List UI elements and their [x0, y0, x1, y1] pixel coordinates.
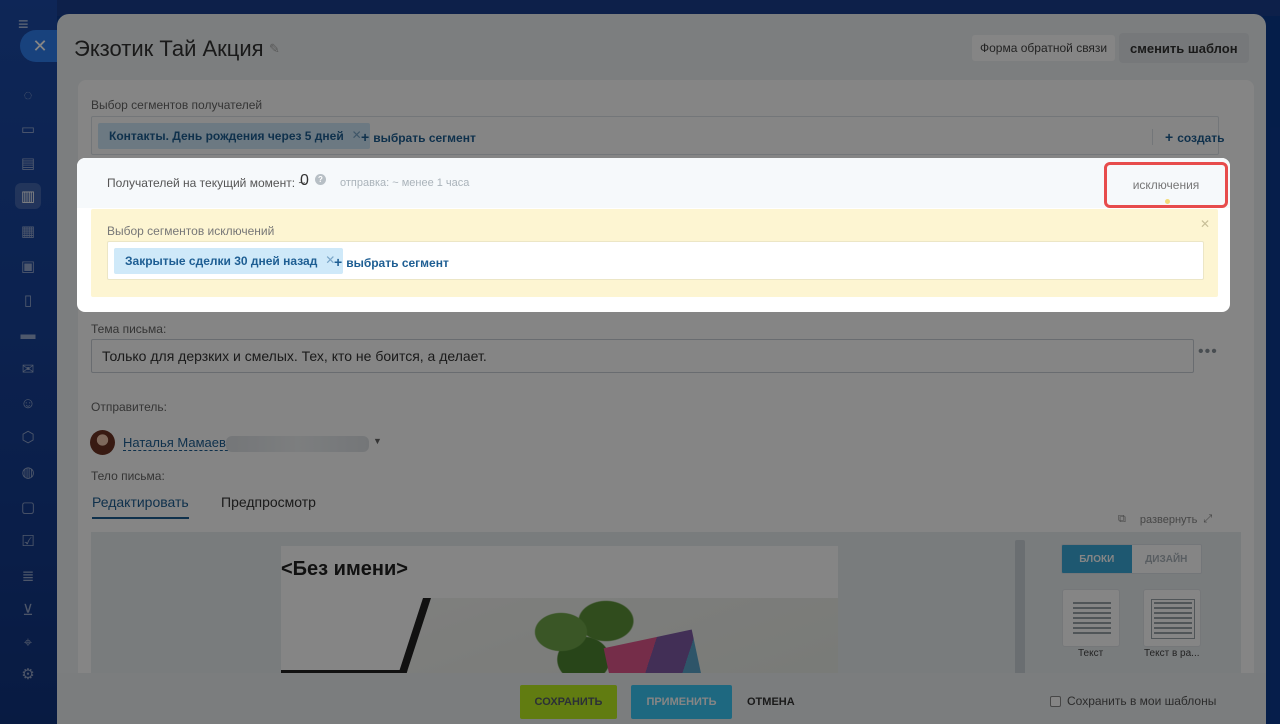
add-exclusion-segment-link[interactable]: + выбрать сегмент	[334, 254, 449, 270]
exclusion-chip-label: Закрытые сделки 30 дней назад	[125, 254, 318, 268]
exclusion-chip: Закрытые сделки 30 дней назад ✕	[114, 248, 344, 274]
dim-overlay	[0, 0, 1280, 724]
exclusions-marker	[1165, 199, 1170, 204]
exclusions-area: Выбор сегментов исключений ✕ Закрытые сд…	[91, 209, 1218, 297]
help-icon[interactable]: ?	[315, 174, 326, 185]
add-exclusion-segment-label: выбрать сегмент	[346, 256, 449, 270]
recipients-count: 0	[300, 172, 309, 189]
recipients-label: Получателей на текущий момент: ~	[107, 176, 306, 190]
send-eta: отправка: ~ менее 1 часа	[340, 177, 470, 189]
exclusions-box[interactable]: Закрытые сделки 30 дней назад ✕ + выбрать…	[107, 241, 1204, 280]
exclusions-label: Выбор сегментов исключений	[107, 224, 275, 238]
highlighted-recipients-panel: Получателей на текущий момент: ~ 0 ? отп…	[77, 158, 1230, 312]
close-exclusions-icon[interactable]: ✕	[1200, 217, 1210, 231]
recipients-row: Получателей на текущий момент: ~ 0 ? отп…	[77, 158, 1230, 208]
